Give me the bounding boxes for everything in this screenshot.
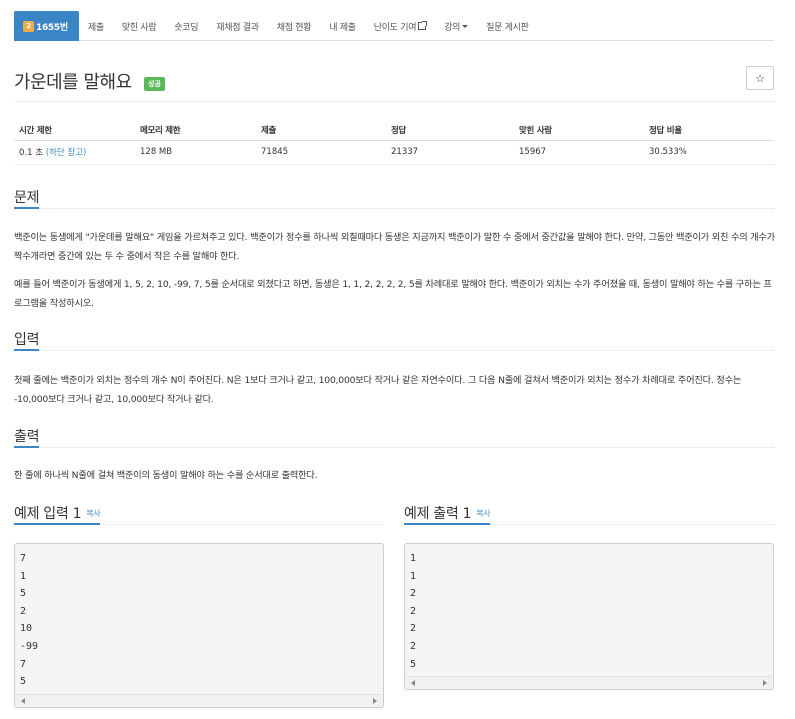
tab-solvers[interactable]: 맞힌 사람 — [113, 11, 165, 41]
problem-section-header: 문제 — [14, 187, 774, 209]
header-solvers: 맞힌 사람 — [514, 120, 644, 141]
tab-board[interactable]: 질문 게시판 — [477, 11, 537, 41]
sample-output-heading: 예제 출력 1 복사 — [404, 503, 491, 525]
time-limit-note-link[interactable]: (하단 참고) — [46, 148, 87, 158]
sample-input-box[interactable]: 7 1 5 2 10 -99 7 5 — [14, 543, 384, 708]
sample-output-box[interactable]: 1 1 2 2 2 2 5 — [404, 543, 774, 690]
tab-submit[interactable]: 제출 — [79, 11, 113, 41]
input-description: 첫째 줄에는 백준이가 외치는 정수의 개수 N이 주어진다. N은 1보다 크… — [14, 375, 742, 405]
time-limit-value: 0.1 초 — [19, 148, 44, 158]
tab-status[interactable]: 채점 현황 — [268, 11, 320, 41]
star-icon: ☆ — [755, 71, 765, 85]
header-ratio: 정답 비율 — [644, 120, 774, 141]
input-section-header: 입력 — [14, 329, 774, 351]
output-description: 한 줄에 하나씩 N줄에 걸쳐 백준이의 동생이 말해야 하는 수를 순서대로 … — [14, 470, 318, 481]
sample-input-heading: 예제 입력 1 복사 — [14, 503, 101, 525]
sample-input-text: 7 1 5 2 10 -99 7 5 — [20, 553, 39, 688]
sample-output-text: 1 1 2 2 2 2 5 — [410, 553, 417, 670]
scroll-left-icon[interactable] — [21, 698, 25, 704]
table-header-row: 시간 제한 메모리 제한 제출 정답 맞힌 사람 정답 비율 — [14, 120, 774, 141]
ratio-value: 30.533% — [644, 140, 774, 165]
time-limit-cell: 0.1 초 (하단 참고) — [14, 140, 135, 165]
caret-down-icon — [462, 24, 469, 28]
sample-output-title: 예제 출력 1 — [404, 506, 472, 522]
scroll-right-icon[interactable] — [373, 698, 377, 704]
tier-badge-icon: 2 — [23, 20, 34, 32]
external-link-icon — [418, 21, 428, 30]
copy-output-button[interactable]: 복사 — [476, 509, 490, 518]
problem-description-2: 예를 들어 백준이가 동생에게 1, 5, 2, 10, -99, 7, 5를 … — [14, 279, 772, 309]
status-badge: 성공 — [144, 77, 165, 91]
table-row: 0.1 초 (하단 참고) 128 MB 71845 21337 15967 3… — [14, 140, 774, 165]
tab-lectures[interactable]: 강의 — [435, 11, 477, 41]
scroll-left-icon[interactable] — [411, 680, 415, 686]
sample-input-scrollbar[interactable] — [16, 694, 382, 706]
tab-rejudge[interactable]: 재채점 결과 — [207, 11, 267, 41]
sample-output-header: 예제 출력 1 복사 — [404, 503, 774, 525]
scroll-right-icon[interactable] — [763, 680, 767, 686]
problem-description-1: 백준이는 동생에게 "가운데를 말해요" 게임을 가르쳐주고 있다. 백준이가 … — [14, 232, 775, 262]
sample-output-scrollbar[interactable] — [406, 676, 772, 688]
problem-nav: 2 1655번 제출 맞힌 사람 숏코딩 재채점 결과 채점 현황 내 제출 난… — [14, 11, 774, 41]
solvers-value: 15967 — [514, 140, 644, 165]
accepted-value: 21337 — [386, 140, 514, 165]
output-heading: 출력 — [14, 426, 39, 448]
header-accepted: 정답 — [386, 120, 514, 141]
output-section-header: 출력 — [14, 426, 774, 448]
header-time-limit: 시간 제한 — [14, 120, 135, 141]
input-heading: 입력 — [14, 329, 39, 351]
title-row: 가운데를 말해요 성공 ☆ — [14, 66, 774, 102]
submissions-value: 71845 — [256, 140, 386, 165]
tab-difficulty-label: 난이도 기여 — [373, 22, 417, 33]
memory-limit-value: 128 MB — [135, 140, 256, 165]
header-submissions: 제출 — [256, 120, 386, 141]
copy-input-button[interactable]: 복사 — [86, 509, 100, 518]
tab-problem-label: 1655번 — [36, 22, 68, 33]
tab-shortcoding[interactable]: 숏코딩 — [165, 11, 207, 41]
page-title: 가운데를 말해요 — [14, 72, 132, 93]
header-memory-limit: 메모리 제한 — [135, 120, 256, 141]
tab-my-submissions[interactable]: 내 제출 — [320, 11, 365, 41]
tab-problem[interactable]: 2 1655번 — [14, 11, 79, 41]
favorite-button[interactable]: ☆ — [746, 66, 774, 90]
problem-heading: 문제 — [14, 187, 39, 209]
problem-info-table: 시간 제한 메모리 제한 제출 정답 맞힌 사람 정답 비율 0.1 초 (하단… — [14, 120, 774, 165]
sample-input-header: 예제 입력 1 복사 — [14, 503, 384, 525]
tab-lectures-label: 강의 — [444, 22, 461, 33]
tab-difficulty[interactable]: 난이도 기여 — [365, 11, 435, 41]
sample-input-title: 예제 입력 1 — [14, 506, 82, 522]
